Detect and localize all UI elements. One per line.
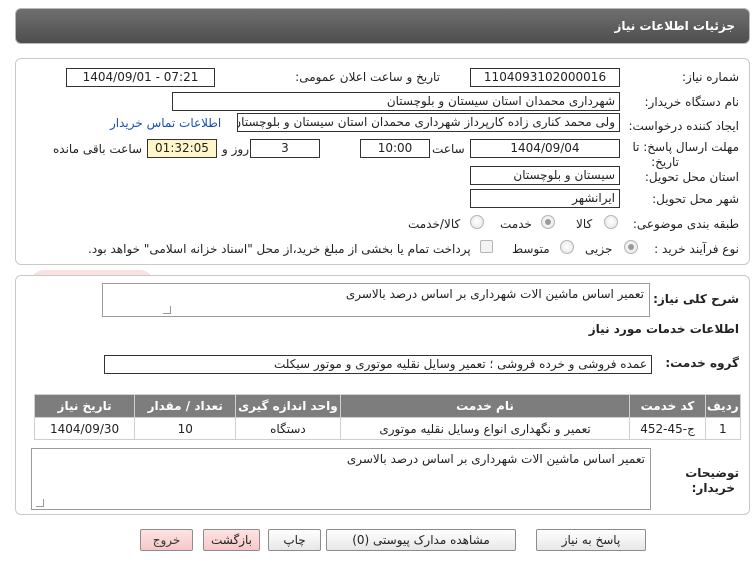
deadline-time-label: ساعت [432, 142, 465, 156]
deadline-label-2: تاریخ: [651, 155, 679, 169]
buyer-notes-label-1: توضیحات [685, 466, 739, 480]
cell-service-name: تعمیر و نگهداری انواع وسایل نقلیه موتوری [339, 417, 631, 440]
city-field: ایرانشهر [470, 189, 620, 208]
services-section-title: اطلاعات خدمات مورد نیاز [588, 322, 739, 336]
buyer-org-field: شهرداری محمدان استان سیستان و بلوچستان [172, 92, 620, 111]
need-number-field: 1104093102000016 [470, 68, 620, 87]
attachments-button[interactable]: مشاهده مدارک پیوستی (0) [326, 529, 516, 551]
page-title: جزئیات اطلاعات نیاز [614, 19, 735, 33]
category-option-goods: کالا [576, 217, 593, 231]
days-label: روز و [222, 142, 249, 156]
col-service-code: کد خدمت [629, 394, 706, 418]
deadline-label-1: مهلت ارسال پاسخ: تا [632, 140, 739, 154]
announce-label: تاریخ و ساعت اعلان عمومی: [295, 70, 440, 84]
service-group-field: عمده فروشی و خرده فروشی ؛ تعمیر وسایل نق… [104, 355, 652, 374]
resize-handle[interactable] [163, 306, 171, 314]
deadline-time-field: 10:00 [360, 139, 430, 158]
payment-note: پرداخت تمام یا بخشی از مبلغ خرید،از محل … [88, 242, 471, 256]
exit-button[interactable]: خروج [140, 529, 193, 551]
table-row: 1 ج-45-452 تعمیر و نگهداری انواع وسایل ن… [33, 417, 742, 440]
table-header-row: ردیف کد خدمت نام خدمت واحد اندازه گیری ت… [33, 394, 742, 418]
province-field: سیستان و بلوچستان [470, 166, 620, 185]
purchase-radio-minor[interactable] [624, 240, 638, 254]
cell-need-date: 1404/09/30 [33, 417, 136, 440]
cell-unit: دستگاه [235, 417, 341, 440]
contact-buyer-link[interactable]: اطلاعات تماس خریدار [110, 116, 221, 130]
purchase-option-medium: متوسط [512, 242, 550, 256]
category-label: طبقه بندی موضوعی: [632, 217, 739, 231]
purchase-type-label: نوع فرآیند خرید : [654, 242, 739, 256]
col-row-number: ردیف [704, 394, 742, 418]
buyer-notes-textarea[interactable]: تعمیر اساس ماشین الات شهرداری بر اساس در… [31, 448, 651, 510]
treasury-checkbox[interactable] [480, 240, 493, 253]
creator-field: ولی محمد کناری زاده کارپرداز شهرداری محم… [237, 113, 620, 132]
cell-service-code: ج-45-452 [629, 417, 706, 440]
purchase-option-minor: جزیی [585, 242, 613, 256]
category-radio-service[interactable] [541, 215, 555, 229]
purchase-radio-medium[interactable] [560, 240, 574, 254]
info-panel [15, 58, 750, 265]
need-number-label: شماره نیاز: [682, 70, 739, 84]
category-option-both: کالا/خدمت [408, 217, 461, 231]
summary-label: شرح کلی نیاز: [653, 292, 739, 306]
buyer-notes-label-2: خریدار: [691, 481, 735, 495]
buyer-notes-text: تعمیر اساس ماشین الات شهرداری بر اساس در… [346, 452, 645, 466]
cell-quantity: 10 [134, 417, 237, 440]
days-field: 3 [250, 139, 320, 158]
resize-handle[interactable] [36, 499, 44, 507]
services-table: ردیف کد خدمت نام خدمت واحد اندازه گیری ت… [33, 394, 742, 440]
service-group-label: گروه خدمت: [665, 356, 739, 370]
remaining-label: ساعت باقی مانده [53, 142, 143, 156]
summary-textarea[interactable]: تعمیر اساس ماشین الات شهرداری بر اساس در… [102, 283, 650, 317]
col-service-name: نام خدمت [339, 394, 631, 418]
back-button[interactable]: بازگشت [203, 529, 260, 551]
cell-row-number: 1 [704, 417, 742, 440]
category-radio-goods[interactable] [604, 215, 618, 229]
province-label: استان محل تحویل: [644, 170, 739, 184]
announce-field: 1404/09/01 - 07:21 [66, 68, 215, 87]
col-quantity: تعداد / مقدار [134, 394, 237, 418]
col-unit: واحد اندازه گیری [235, 394, 341, 418]
summary-text: تعمیر اساس ماشین الات شهرداری بر اساس در… [345, 287, 644, 301]
col-need-date: تاریخ نیاز [33, 394, 136, 418]
deadline-date-field: 1404/09/04 [470, 139, 620, 158]
creator-label: ایجاد کننده درخواست: [628, 119, 739, 133]
city-label: شهر محل تحویل: [652, 192, 739, 206]
buyer-org-label: نام دستگاه خریدار: [644, 95, 740, 109]
category-option-service: خدمت [500, 217, 532, 231]
reply-button[interactable]: پاسخ به نیاز [536, 529, 646, 551]
category-radio-both[interactable] [470, 215, 484, 229]
remaining-time-field: 01:32:05 [147, 139, 217, 158]
page-header: جزئیات اطلاعات نیاز [15, 8, 750, 44]
print-button[interactable]: چاپ [268, 529, 321, 551]
